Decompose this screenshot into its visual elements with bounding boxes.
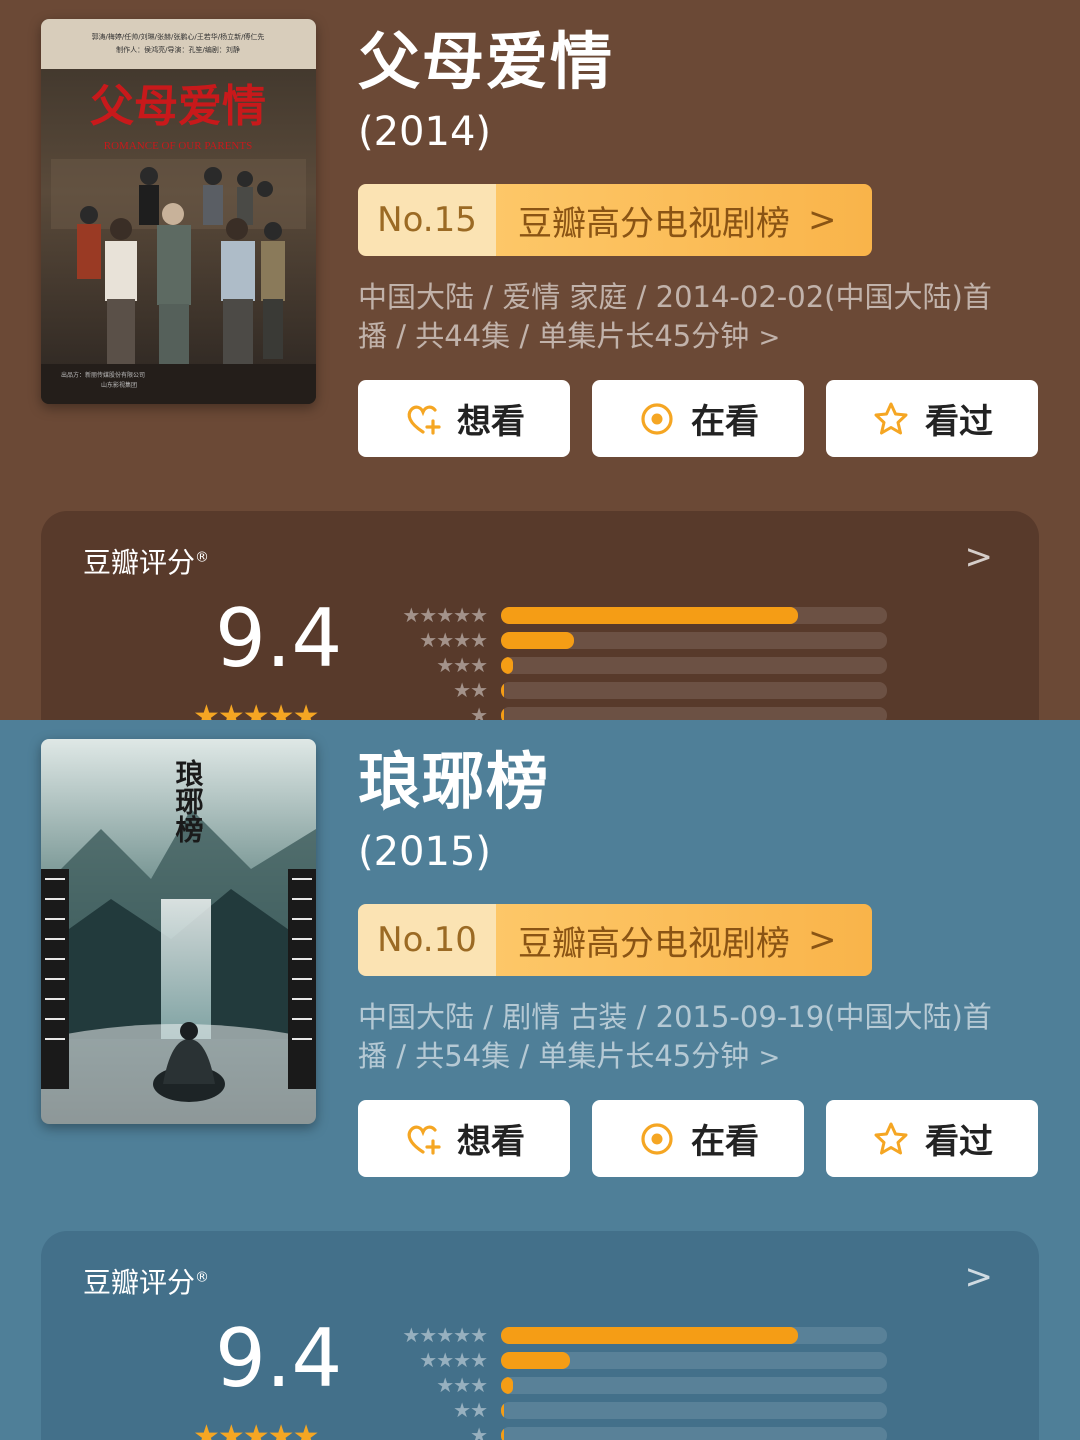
distribution-stars-icon: ★★ [453, 1398, 488, 1422]
meta-line-2-row: 播 / 共44集 / 单集片长45分钟 > [358, 317, 1038, 358]
watching-button[interactable]: 在看 [592, 1100, 804, 1177]
distribution-bar [501, 682, 504, 699]
distribution-bar [501, 632, 575, 649]
show-panel-1: 郭涛/梅婷/任帅/刘琳/张赫/张鹏心/王若华/杨立新/傅仁先 制作人：侯鸿亮/导… [0, 0, 1080, 720]
chevron-right-icon: > [808, 920, 837, 960]
watched-label: 看过 [925, 1122, 993, 1162]
want-to-watch-button[interactable]: 想看 [358, 380, 570, 457]
rank-number: No.10 [358, 904, 496, 976]
chevron-right-icon: > [808, 200, 837, 240]
star-outline-icon [874, 1122, 908, 1154]
distribution-track [501, 632, 887, 649]
want-label: 想看 [457, 1122, 525, 1162]
rank-number: No.15 [358, 184, 496, 256]
rating-label-row: 豆瓣评分® [83, 541, 209, 581]
poster-footer-2: 山东影视集团 [101, 381, 137, 389]
chevron-right-icon: > [758, 323, 781, 353]
distribution-bar [501, 1327, 799, 1344]
chevron-right-icon[interactable]: > [965, 1257, 994, 1297]
watching-label: 在看 [691, 402, 759, 442]
distribution-bar [501, 1352, 571, 1369]
distribution-stars-icon: ★★★★★ [402, 1323, 488, 1347]
want-label: 想看 [457, 402, 525, 442]
distribution-stars-icon: ★ [470, 703, 488, 720]
rating-score: 9.4 [215, 1312, 343, 1405]
distribution-track [501, 1377, 887, 1394]
rank-list-link[interactable]: 豆瓣高分电视剧榜 > [496, 184, 872, 256]
poster-footer-1: 出品方：新丽传媒股份有限公司 [61, 371, 145, 379]
distribution-stars-icon: ★★ [453, 678, 488, 702]
distribution-stars-icon: ★★★ [436, 653, 488, 677]
distribution-track [501, 607, 887, 624]
watched-label: 看过 [925, 402, 993, 442]
meta-line-2: 播 / 共44集 / 单集片长45分钟 [358, 319, 750, 353]
distribution-bar [501, 707, 504, 720]
poster-image[interactable]: 琅琊榜 [41, 739, 316, 1124]
distribution-stars-icon: ★★★★★ [402, 603, 488, 627]
show-panel-2: 琅琊榜 琅琊榜 (2015) No.10 豆瓣高分电视剧榜 > 中国大陆 / 剧… [0, 720, 1080, 1440]
show-year: (2015) [358, 829, 492, 875]
distribution-bar [501, 1427, 504, 1440]
meta-line-2-row: 播 / 共54集 / 单集片长45分钟 > [358, 1037, 1038, 1078]
meta-line-2: 播 / 共54集 / 单集片长45分钟 [358, 1039, 750, 1073]
rating-label: 豆瓣评分 [83, 546, 196, 579]
chevron-right-icon[interactable]: > [965, 537, 994, 577]
show-title: 父母爱情 [358, 25, 615, 98]
distribution-bar [501, 1377, 513, 1394]
meta-line-1: 中国大陆 / 爱情 家庭 / 2014-02-02(中国大陆)首 [358, 280, 992, 314]
watched-button[interactable]: 看过 [826, 1100, 1038, 1177]
poster-title: 父母爱情 [90, 82, 266, 131]
star-outline-icon [874, 402, 908, 434]
distribution-stars-icon: ★★★★ [419, 1348, 488, 1372]
target-icon [641, 1122, 673, 1155]
distribution-track [501, 1402, 887, 1419]
rating-card[interactable]: 豆瓣评分® > 9.4 ★★★★★ ★★★★★ ★★★★ ★★★ ★★ ★ [41, 1231, 1039, 1440]
rank-badge[interactable]: No.15 豆瓣高分电视剧榜 > [358, 184, 872, 256]
rating-label-row: 豆瓣评分® [83, 1261, 209, 1301]
poster-title: 琅琊榜 [172, 758, 204, 843]
show-meta[interactable]: 中国大陆 / 剧情 古装 / 2015-09-19(中国大陆)首 播 / 共54… [358, 998, 1038, 1078]
distribution-track [501, 1352, 887, 1369]
registered-icon: ® [195, 549, 210, 566]
watching-button[interactable]: 在看 [592, 380, 804, 457]
rank-list-name: 豆瓣高分电视剧榜 [518, 923, 790, 964]
show-meta[interactable]: 中国大陆 / 爱情 家庭 / 2014-02-02(中国大陆)首 播 / 共44… [358, 278, 1038, 358]
distribution-bar [501, 657, 513, 674]
target-icon [641, 402, 673, 435]
show-title: 琅琊榜 [358, 745, 551, 818]
poster-subtitle: ROMANCE OF OUR PARENTS [104, 140, 252, 152]
poster-credits-2: 制作人：侯鸿亮/导演：孔笙/编剧：刘静 [116, 45, 240, 54]
rating-score: 9.4 [215, 592, 343, 685]
rank-list-link[interactable]: 豆瓣高分电视剧榜 > [496, 904, 872, 976]
distribution-bar [501, 1402, 504, 1419]
registered-icon: ® [195, 1269, 210, 1286]
distribution-track [501, 682, 887, 699]
poster-image[interactable]: 郭涛/梅婷/任帅/刘琳/张赫/张鹏心/王若华/杨立新/傅仁先 制作人：侯鸿亮/导… [41, 19, 316, 404]
score-stars-icon: ★★★★★ [193, 1419, 319, 1440]
distribution-stars-icon: ★ [470, 1423, 488, 1440]
meta-line-1: 中国大陆 / 剧情 古装 / 2015-09-19(中国大陆)首 [358, 1000, 992, 1034]
rank-badge[interactable]: No.10 豆瓣高分电视剧榜 > [358, 904, 872, 976]
distribution-stars-icon: ★★★ [436, 1373, 488, 1397]
distribution-stars-icon: ★★★★ [419, 628, 488, 652]
heart-plus-icon [407, 405, 441, 435]
show-year: (2014) [358, 109, 492, 155]
distribution-track [501, 1427, 887, 1440]
poster-credits-1: 郭涛/梅婷/任帅/刘琳/张赫/张鹏心/王若华/杨立新/傅仁先 [92, 32, 265, 41]
rating-card[interactable]: 豆瓣评分® > 9.4 ★★★★★ ★★★★★ ★★★★ ★★★ ★★ ★ [41, 511, 1039, 720]
distribution-track [501, 1327, 887, 1344]
score-stars-icon: ★★★★★ [193, 699, 319, 720]
distribution-track [501, 657, 887, 674]
heart-plus-icon [407, 1125, 441, 1155]
rating-label: 豆瓣评分 [83, 1266, 196, 1299]
rank-list-name: 豆瓣高分电视剧榜 [518, 203, 790, 244]
chevron-right-icon: > [758, 1043, 781, 1073]
want-to-watch-button[interactable]: 想看 [358, 1100, 570, 1177]
watching-label: 在看 [691, 1122, 759, 1162]
distribution-track [501, 707, 887, 720]
distribution-bar [501, 607, 799, 624]
watched-button[interactable]: 看过 [826, 380, 1038, 457]
